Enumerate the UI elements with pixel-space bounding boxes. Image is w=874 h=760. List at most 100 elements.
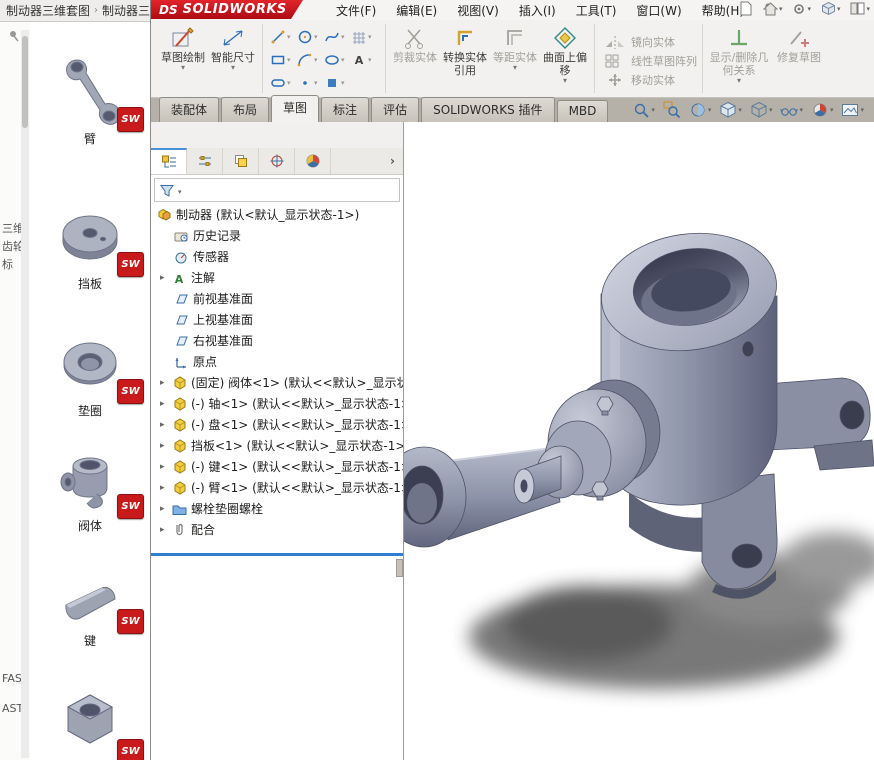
new-document-icon[interactable] <box>739 1 753 16</box>
breadcrumb[interactable]: 制动器三维套图 › 制动器三 <box>0 0 150 22</box>
panels-icon[interactable] <box>850 2 870 15</box>
tree-root-assembly[interactable]: 制动器 (默认<默认_显示状态-1>) <box>151 204 403 225</box>
display-manager-tab[interactable] <box>295 148 331 174</box>
tree-item-front-plane[interactable]: 前视基准面 <box>151 288 403 309</box>
section-view-icon[interactable] <box>689 101 712 119</box>
rollback-bar[interactable] <box>151 553 403 556</box>
tree-item-component-disc[interactable]: ▸ (-) 盘<1> (默认<<默认>_显示状态-1>) <box>151 414 403 435</box>
tree-item-fasteners-folder[interactable]: ▸ 螺栓垫圈螺栓 <box>151 498 403 519</box>
edit-appearance-icon[interactable] <box>811 101 834 119</box>
part-thumbnail-arm[interactable]: 臂 SW <box>34 53 146 159</box>
tree-item-top-plane[interactable]: 上视基准面 <box>151 309 403 330</box>
menu-edit[interactable]: 编辑(E) <box>396 2 437 19</box>
circle-tool-button[interactable] <box>297 25 324 48</box>
expand-arrow-icon[interactable]: ▸ <box>160 399 171 409</box>
brake-assembly-3d-model[interactable] <box>404 122 874 760</box>
tab-markup[interactable]: 标注 <box>321 97 369 122</box>
tab-assembly[interactable]: 装配体 <box>159 97 219 122</box>
trim-entities-button[interactable]: 剪裁实体 <box>391 23 439 64</box>
property-manager-tab[interactable] <box>187 148 223 174</box>
ellipse-tool-button[interactable] <box>324 48 351 71</box>
menu-help[interactable]: 帮助(H) <box>702 2 744 19</box>
main-area: › 制动器 (默认<默认_显示状态-1>) <box>151 122 874 760</box>
tree-item-origin[interactable]: 原点 <box>151 351 403 372</box>
sketch-grid-button[interactable] <box>351 25 378 48</box>
repair-sketch-button[interactable]: 修复草图 <box>772 23 826 64</box>
offset-on-surface-button[interactable]: 曲面上偏移 <box>541 23 589 85</box>
solidworks-file-badge: SW <box>117 107 144 132</box>
linear-sketch-pattern-button[interactable]: 线性草图阵列 <box>600 53 697 69</box>
tree-filter[interactable] <box>154 178 400 202</box>
scene-icon[interactable] <box>841 102 864 118</box>
parts-panel-scrollbar[interactable] <box>21 30 29 758</box>
tree-item-component-arm[interactable]: ▸ (-) 臂<1> (默认<<默认>_显示状态-1>) <box>151 477 403 498</box>
menu-view[interactable]: 视图(V) <box>457 2 499 19</box>
zoom-fit-icon[interactable] <box>632 101 655 119</box>
expand-arrow-icon[interactable]: ▸ <box>160 441 171 451</box>
part-thumbnail-nut[interactable]: 螺母 SW <box>34 685 146 760</box>
tree-item-component-valve-body[interactable]: ▸ (固定) 阀体<1> (默认<<默认>_显示状态-1>) <box>151 372 403 393</box>
smart-dimension-button[interactable]: 智能尺寸 <box>209 23 257 72</box>
tab-evaluate[interactable]: 评估 <box>371 97 419 122</box>
display-delete-relations-button[interactable]: 显示/删除几何关系 <box>708 23 770 85</box>
scrollbar-thumb[interactable] <box>22 36 28 128</box>
tree-item-sensors[interactable]: 传感器 <box>151 246 403 267</box>
home-icon[interactable] <box>763 2 783 16</box>
part-thumbnail-washer[interactable]: 垫圈 SW <box>34 325 146 431</box>
hide-show-items-icon[interactable] <box>780 103 803 117</box>
panel-tab-overflow[interactable]: › <box>382 148 403 174</box>
filter-dropdown-caret[interactable] <box>177 183 182 197</box>
expand-arrow-icon[interactable]: ▸ <box>160 378 171 388</box>
menu-file[interactable]: 文件(F) <box>336 2 376 19</box>
breadcrumb-item[interactable]: 制动器三 <box>102 2 150 19</box>
arc-tool-button[interactable] <box>297 48 324 71</box>
tab-mbd[interactable]: MBD <box>557 100 609 122</box>
settings-gear-icon[interactable] <box>792 2 811 16</box>
part-thumbnail-valve-body[interactable]: 阀体 SW <box>34 440 146 546</box>
tree-item-component-baffle[interactable]: ▸ 挡板<1> (默认<<默认>_显示状态-1>) <box>151 435 403 456</box>
expand-arrow-icon[interactable]: ▸ <box>160 483 171 493</box>
part-thumbnail-key[interactable]: 键 SW <box>34 555 146 661</box>
menu-insert[interactable]: 插入(I) <box>519 2 556 19</box>
tab-addins[interactable]: SOLIDWORKS 插件 <box>421 97 554 122</box>
text-tool-button[interactable]: A <box>351 48 378 71</box>
point-tool-button[interactable] <box>297 71 324 94</box>
expand-arrow-icon[interactable]: ▸ <box>160 273 171 283</box>
menu-window[interactable]: 窗口(W) <box>636 2 681 19</box>
line-tool-button[interactable] <box>270 25 297 48</box>
breadcrumb-item[interactable]: 制动器三维套图 <box>6 2 90 19</box>
expand-arrow-icon[interactable]: ▸ <box>160 420 171 430</box>
tree-item-right-plane[interactable]: 右视基准面 <box>151 330 403 351</box>
sketch-button[interactable]: 草图绘制 <box>159 23 207 72</box>
tree-item-component-shaft[interactable]: ▸ (-) 轴<1> (默认<<默认>_显示状态-1>) <box>151 393 403 414</box>
configuration-manager-tab[interactable] <box>223 148 259 174</box>
view-cube-icon[interactable] <box>821 1 841 16</box>
part-thumbnail-baffle[interactable]: 挡板 SW <box>34 198 146 304</box>
feature-manager-tab[interactable] <box>151 148 187 174</box>
display-style-icon[interactable] <box>750 101 773 119</box>
tree-item-component-key[interactable]: ▸ (-) 键<1> (默认<<默认>_显示状态-1>) <box>151 456 403 477</box>
convert-entities-button[interactable]: 转换实体引用 <box>441 23 489 77</box>
spline-tool-button[interactable] <box>324 25 351 48</box>
slot-tool-button[interactable] <box>270 71 297 94</box>
tab-layout[interactable]: 布局 <box>221 97 269 122</box>
tree-item-history[interactable]: 历史记录 <box>151 225 403 246</box>
expand-arrow-icon[interactable]: ▸ <box>160 462 171 472</box>
construction-square-button[interactable] <box>324 71 351 94</box>
tree-scrollbar-thumb[interactable] <box>396 559 403 577</box>
mirror-entities-button[interactable]: 镜向实体 <box>600 34 675 50</box>
offset-entities-button[interactable]: 等距实体 <box>491 23 539 72</box>
rectangle-tool-button[interactable] <box>270 48 297 71</box>
expand-arrow-icon[interactable]: ▸ <box>160 504 171 514</box>
tab-sketch[interactable]: 草图 <box>271 95 319 122</box>
move-entities-button[interactable]: 移动实体 <box>600 72 675 88</box>
expand-arrow-icon[interactable]: ▸ <box>160 525 171 535</box>
graphics-viewport[interactable] <box>404 122 874 760</box>
menu-tools[interactable]: 工具(T) <box>576 2 617 19</box>
view-orientation-icon[interactable] <box>719 101 742 119</box>
pushpin-icon[interactable] <box>8 30 20 42</box>
zoom-area-icon[interactable] <box>663 101 681 119</box>
dimxpert-manager-tab[interactable] <box>259 148 295 174</box>
tree-item-annotations[interactable]: ▸ A 注解 <box>151 267 403 288</box>
tree-item-mates[interactable]: ▸ 配合 <box>151 519 403 540</box>
